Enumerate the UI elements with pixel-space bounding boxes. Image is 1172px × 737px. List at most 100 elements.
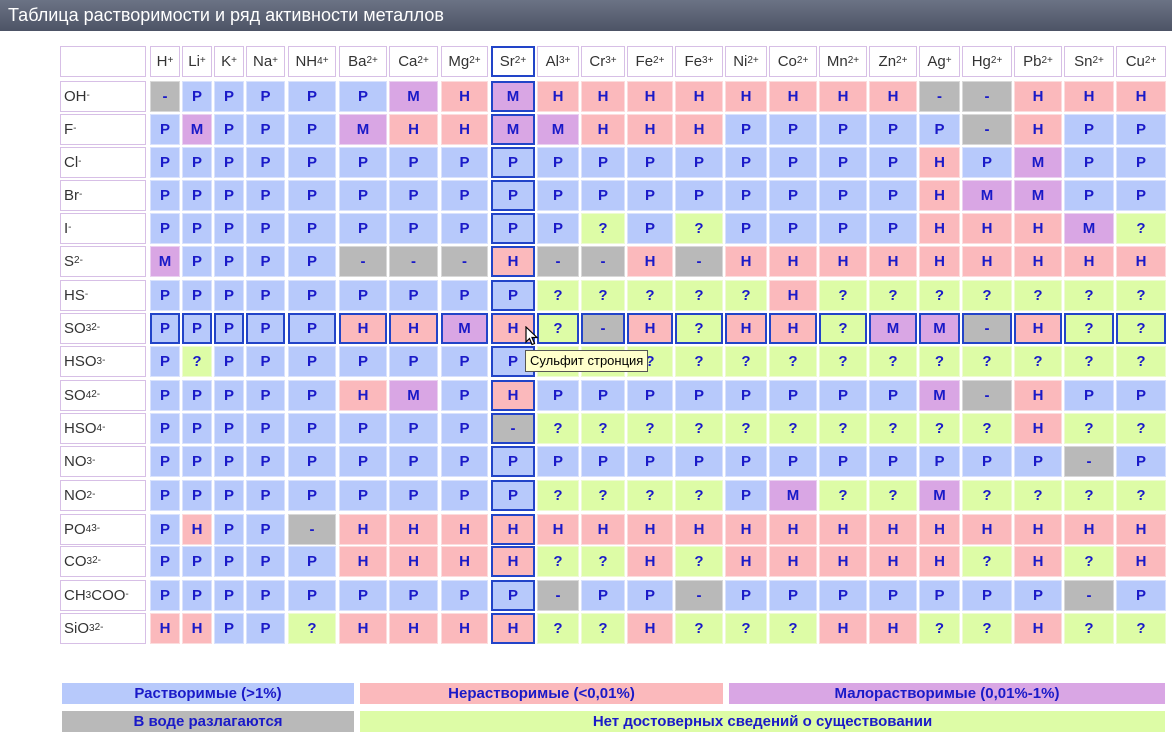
solubility-cell[interactable]: Р [214, 246, 244, 277]
cation-header[interactable]: Ba 2+ [339, 46, 387, 77]
solubility-cell[interactable]: М [869, 313, 917, 344]
solubility-cell[interactable]: Р [150, 380, 180, 411]
solubility-cell[interactable]: Р [919, 114, 960, 145]
solubility-cell[interactable]: Н [441, 613, 488, 644]
solubility-cell[interactable]: Р [339, 413, 387, 444]
solubility-cell[interactable]: ? [675, 280, 723, 311]
solubility-cell[interactable]: ? [725, 613, 767, 644]
solubility-cell[interactable]: ? [537, 280, 579, 311]
solubility-cell[interactable]: Р [214, 280, 244, 311]
solubility-cell[interactable]: Н [819, 546, 867, 577]
solubility-cell[interactable]: Р [288, 546, 336, 577]
cation-header[interactable]: Mn 2+ [819, 46, 867, 77]
solubility-cell[interactable]: Н [389, 313, 438, 344]
solubility-cell[interactable]: Р [389, 280, 438, 311]
solubility-cell[interactable]: Р [1014, 580, 1062, 611]
solubility-cell[interactable]: Р [150, 546, 180, 577]
solubility-cell[interactable]: М [769, 480, 817, 511]
solubility-cell[interactable]: Н [627, 514, 673, 545]
solubility-cell[interactable]: Р [537, 446, 579, 477]
solubility-cell[interactable]: ? [725, 346, 767, 377]
solubility-cell[interactable]: Р [441, 480, 488, 511]
cation-header[interactable]: Hg 2+ [962, 46, 1012, 77]
solubility-cell[interactable]: Р [725, 580, 767, 611]
solubility-cell[interactable]: Р [339, 280, 387, 311]
solubility-cell[interactable]: Р [441, 180, 488, 211]
solubility-cell[interactable]: - [962, 380, 1012, 411]
solubility-cell[interactable]: Р [150, 147, 180, 178]
solubility-cell[interactable]: ? [819, 346, 867, 377]
solubility-cell[interactable]: ? [962, 480, 1012, 511]
solubility-cell[interactable]: Р [182, 81, 212, 112]
solubility-cell[interactable]: Р [150, 446, 180, 477]
solubility-cell[interactable]: ? [1064, 480, 1114, 511]
solubility-cell[interactable]: Р [150, 313, 180, 344]
solubility-cell[interactable]: ? [819, 280, 867, 311]
solubility-cell[interactable]: ? [1014, 346, 1062, 377]
solubility-cell[interactable]: ? [1064, 546, 1114, 577]
solubility-cell[interactable]: Н [1116, 514, 1166, 545]
cation-header[interactable]: Na + [246, 46, 285, 77]
solubility-cell[interactable]: Р [1064, 380, 1114, 411]
solubility-cell[interactable]: Р [725, 147, 767, 178]
solubility-cell[interactable]: Р [1116, 180, 1166, 211]
solubility-cell[interactable]: Р [246, 280, 285, 311]
anion-header[interactable]: S 2- [60, 246, 146, 277]
solubility-cell[interactable]: Р [819, 380, 867, 411]
solubility-cell[interactable]: Н [627, 313, 673, 344]
solubility-cell[interactable]: Р [389, 147, 438, 178]
solubility-cell[interactable]: Р [339, 213, 387, 244]
solubility-cell[interactable]: Р [725, 446, 767, 477]
solubility-cell[interactable]: - [389, 246, 438, 277]
cation-header[interactable]: Ni 2+ [725, 46, 767, 77]
solubility-cell[interactable]: Р [150, 114, 180, 145]
solubility-cell[interactable]: Р [869, 380, 917, 411]
solubility-cell[interactable]: ? [769, 346, 817, 377]
solubility-cell[interactable]: Р [441, 380, 488, 411]
solubility-cell[interactable]: Р [246, 313, 285, 344]
solubility-cell[interactable]: Р [246, 81, 285, 112]
solubility-cell[interactable]: Р [441, 413, 488, 444]
solubility-cell[interactable]: ? [962, 280, 1012, 311]
solubility-cell[interactable]: Н [1014, 546, 1062, 577]
solubility-cell[interactable]: Н [1014, 313, 1062, 344]
solubility-cell[interactable]: Р [214, 81, 244, 112]
solubility-cell[interactable]: Р [725, 114, 767, 145]
solubility-cell[interactable]: Р [769, 180, 817, 211]
solubility-cell[interactable]: ? [1064, 413, 1114, 444]
solubility-cell[interactable]: Н [1014, 246, 1062, 277]
solubility-cell[interactable]: Р [1116, 446, 1166, 477]
solubility-cell[interactable]: Н [491, 613, 535, 644]
solubility-cell[interactable]: Р [627, 147, 673, 178]
solubility-cell[interactable]: Н [725, 514, 767, 545]
solubility-cell[interactable]: Р [339, 346, 387, 377]
anion-header[interactable]: SiO 3 2- [60, 613, 146, 644]
solubility-cell[interactable]: ? [537, 546, 579, 577]
solubility-cell[interactable]: Н [919, 147, 960, 178]
solubility-cell[interactable]: Р [1116, 580, 1166, 611]
solubility-cell[interactable]: Р [537, 180, 579, 211]
solubility-cell[interactable]: - [919, 81, 960, 112]
solubility-cell[interactable]: Н [1014, 514, 1062, 545]
solubility-cell[interactable]: ? [675, 313, 723, 344]
solubility-cell[interactable]: Н [389, 546, 438, 577]
solubility-cell[interactable]: Р [491, 280, 535, 311]
solubility-cell[interactable]: - [581, 246, 625, 277]
anion-header[interactable]: I- [60, 213, 146, 244]
solubility-cell[interactable]: Р [214, 446, 244, 477]
cation-header[interactable]: Fe 3+ [675, 46, 723, 77]
solubility-cell[interactable]: Р [214, 580, 244, 611]
solubility-cell[interactable]: Н [581, 114, 625, 145]
solubility-cell[interactable]: Р [581, 580, 625, 611]
solubility-cell[interactable]: Р [288, 413, 336, 444]
solubility-cell[interactable]: Н [339, 380, 387, 411]
solubility-cell[interactable]: Р [919, 580, 960, 611]
solubility-cell[interactable]: Н [675, 81, 723, 112]
solubility-cell[interactable]: Н [769, 313, 817, 344]
solubility-cell[interactable]: Р [150, 514, 180, 545]
solubility-cell[interactable]: Р [288, 213, 336, 244]
solubility-cell[interactable]: Н [962, 246, 1012, 277]
cation-header[interactable]: Sn 2+ [1064, 46, 1114, 77]
solubility-cell[interactable]: - [962, 313, 1012, 344]
solubility-cell[interactable]: Р [150, 413, 180, 444]
